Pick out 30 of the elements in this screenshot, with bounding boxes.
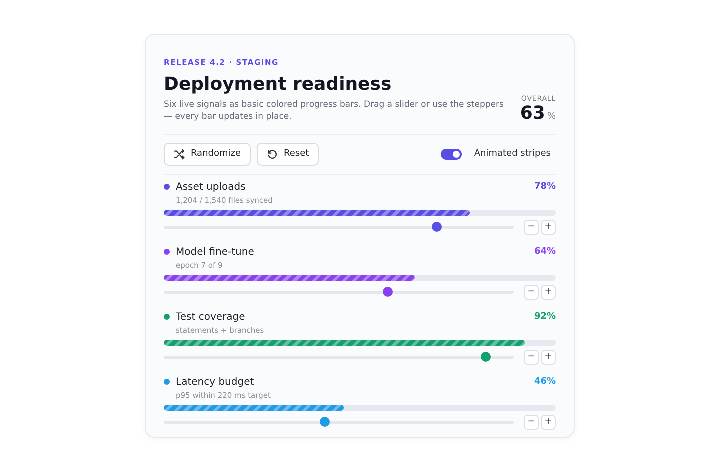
shuffle-icon bbox=[174, 148, 185, 160]
signal-name: Latency budget bbox=[176, 376, 256, 388]
decrement-button[interactable]: − bbox=[524, 284, 539, 300]
signal-name: Test coverage bbox=[176, 312, 246, 323]
signal-name: Model fine-tune bbox=[176, 246, 256, 258]
signal-percent: 64% bbox=[534, 247, 556, 258]
decrement-button[interactable]: − bbox=[524, 350, 539, 365]
toggle-label: Animated stripes bbox=[474, 149, 551, 160]
reset-button[interactable]: Reset bbox=[257, 142, 320, 166]
page-title: Deployment readiness bbox=[164, 74, 393, 95]
description: Six live signals as basic colored progress bars. Drag a slider or use the steppers — every bar updates in place. bbox=[164, 100, 504, 124]
signal-name: Asset uploads bbox=[176, 182, 247, 193]
slider-thumb[interactable] bbox=[320, 417, 330, 428]
slider-thumb[interactable] bbox=[383, 287, 393, 298]
signal-percent: 92% bbox=[534, 312, 556, 322]
increment-button[interactable]: + bbox=[541, 220, 556, 235]
increment-button[interactable]: + bbox=[541, 350, 556, 365]
toggle-switch[interactable] bbox=[441, 148, 462, 160]
slider-thumb[interactable] bbox=[481, 352, 491, 362]
decrement-button[interactable]: − bbox=[524, 414, 539, 430]
signal-percent: 46% bbox=[534, 377, 556, 388]
overall-value: 63 bbox=[520, 102, 546, 124]
randomize-button[interactable]: Randomize bbox=[164, 142, 252, 166]
overall-unit: % bbox=[547, 112, 556, 122]
reset-icon bbox=[267, 148, 278, 160]
increment-button[interactable]: + bbox=[541, 284, 556, 300]
increment-button[interactable]: + bbox=[541, 414, 556, 430]
signal-percent: 78% bbox=[534, 182, 556, 192]
slider-thumb[interactable] bbox=[432, 222, 442, 232]
decrement-button[interactable]: − bbox=[524, 220, 539, 235]
